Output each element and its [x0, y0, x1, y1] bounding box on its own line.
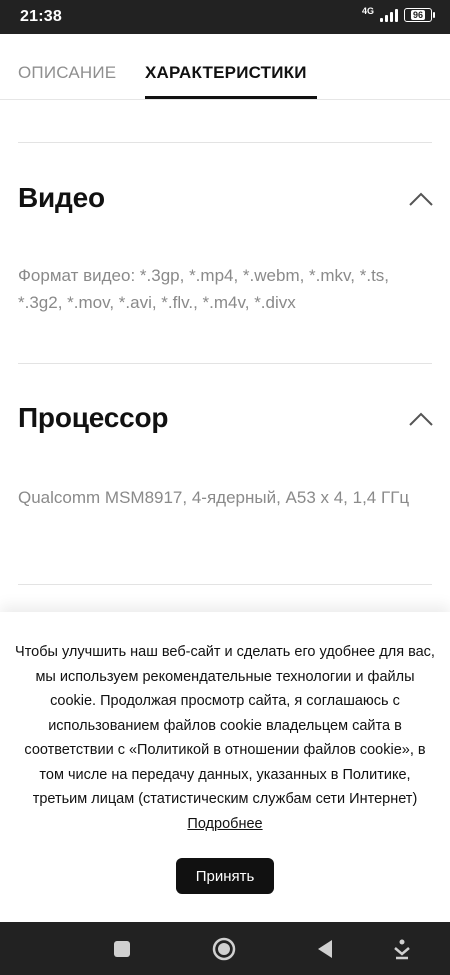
active-tab-indicator [145, 96, 317, 99]
battery-icon: 96 [404, 8, 435, 22]
status-time: 21:38 [20, 8, 62, 25]
back-triangle-icon[interactable] [312, 936, 338, 962]
cookie-notice: Чтобы улучшить наш веб-сайт и сделать ег… [14, 640, 436, 836]
home-circle-icon[interactable] [211, 936, 237, 962]
system-nav-bar [0, 922, 450, 975]
chevron-up-icon[interactable] [408, 191, 434, 207]
tab-description[interactable]: ОПИСАНИЕ [18, 63, 116, 83]
accept-cookies-button[interactable]: Принять [176, 858, 274, 894]
section-title-video[interactable]: Видео [18, 182, 105, 214]
section-divider [18, 584, 432, 585]
section-divider [18, 142, 432, 143]
cookie-more-link[interactable]: Подробнее [187, 816, 262, 832]
section-divider [18, 363, 432, 364]
cookie-banner: Чтобы улучшить наш веб-сайт и сделать ег… [0, 612, 450, 922]
square-icon[interactable] [109, 936, 135, 962]
status-indicators: 4G 96 [361, 5, 435, 22]
section-text-processor: Qualcomm MSM8917, 4-ядерный, A53 x 4, 1,… [18, 488, 410, 507]
tab-specifications[interactable]: ХАРАКТЕРИСТИКИ [145, 63, 307, 83]
tab-bar: ОПИСАНИЕ ХАРАКТЕРИСТИКИ [0, 34, 450, 100]
battery-level: 96 [410, 10, 425, 20]
chevron-up-icon[interactable] [408, 411, 434, 427]
network-type-label: 4G [361, 5, 374, 16]
status-bar: 21:38 4G 96 [0, 0, 450, 34]
section-text-video: Формат видео: *.3gp, *.mp4, *.webm, *.mk… [18, 266, 390, 312]
download-icon[interactable] [389, 936, 415, 962]
section-title-processor[interactable]: Процессор [18, 402, 169, 434]
signal-icon [380, 8, 398, 22]
cookie-notice-text: Чтобы улучшить наш веб-сайт и сделать ег… [15, 644, 435, 807]
